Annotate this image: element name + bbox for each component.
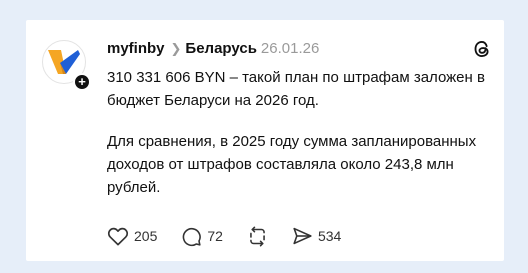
comment-icon — [183, 227, 202, 246]
like-button[interactable]: 205 — [107, 226, 157, 246]
send-icon — [293, 227, 312, 245]
avatar[interactable]: + — [42, 40, 91, 91]
share-button[interactable]: 534 — [292, 226, 341, 246]
post-text-paragraph-1: 310 331 606 BYN – такой план по штрафам … — [107, 69, 485, 109]
username[interactable]: myfinby — [107, 40, 165, 57]
repost-button[interactable] — [247, 226, 268, 247]
reply-button[interactable]: 72 — [181, 226, 223, 247]
post-card: + myfinby ❯ Беларусь 26.01.26 310 331 606 B… — [26, 20, 504, 261]
chevron-right-icon: ❯ — [170, 41, 182, 56]
like-count: 205 — [134, 228, 158, 244]
post-text-paragraph-2: Для сравнения, в 2025 году сумма заплани… — [107, 133, 477, 196]
community-name[interactable]: Беларусь — [185, 40, 257, 57]
heart-icon — [107, 227, 129, 246]
threads-icon[interactable] — [472, 39, 492, 59]
post-date: 26.01.26 — [260, 40, 320, 57]
myfinby-logo-icon — [48, 50, 80, 74]
post-header: myfinby ❯ Беларусь 26.01.26 — [107, 40, 319, 58]
reply-count: 72 — [207, 228, 223, 244]
share-count: 534 — [317, 228, 342, 244]
repost-icon — [250, 226, 265, 246]
follow-plus-icon[interactable]: + — [73, 73, 91, 91]
post-actions: 205 72 534 — [107, 225, 341, 247]
